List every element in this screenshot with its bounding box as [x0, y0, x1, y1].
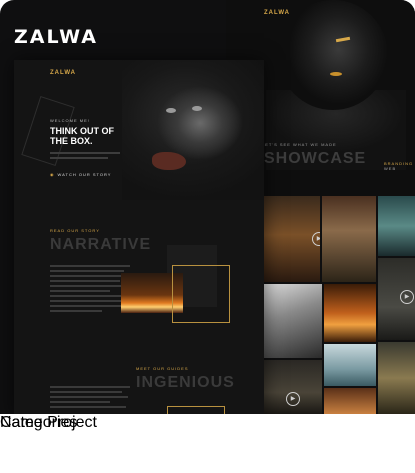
page-brand: ZALWA [50, 70, 76, 76]
gold-lip [330, 72, 342, 76]
hero-headline-line2: THE BOX. [50, 136, 93, 146]
showcase-kicker: LET'S SEE WHAT WE MADE [262, 142, 337, 147]
play-circle-icon[interactable]: ▶ [312, 232, 320, 246]
gallery-tile-night-road[interactable]: ▶ [264, 360, 322, 414]
lion-eye [192, 106, 202, 111]
gallery-tile-platform[interactable] [264, 284, 322, 358]
gallery-tile-statue[interactable] [378, 342, 415, 414]
gallery-tile-tower[interactable] [322, 196, 376, 282]
showcase-title: SHOWCASE [264, 150, 367, 167]
hero-headline: THINK OUT OF THE BOX. [50, 126, 114, 146]
ingenious-kicker: MEET OUR GUIDES [136, 366, 189, 371]
brand-logo: ZALWA [14, 26, 98, 48]
ingenious-paragraph [50, 386, 130, 411]
gallery-tile-city-dusk[interactable]: ▶ [264, 196, 320, 282]
hero-tagline: WELCOME ME! [50, 118, 90, 123]
narrative-title: NARRATIVE [50, 236, 152, 253]
ingenious-title: INGENIOUS [136, 374, 235, 391]
lion-eye [166, 108, 176, 113]
play-circle-icon[interactable]: ▶ [286, 392, 300, 406]
lion-hero-image [122, 60, 264, 200]
gallery-tile-road[interactable]: ▶ [378, 258, 415, 340]
hero-headline-line1: THINK OUT OF [50, 126, 114, 136]
narrative-paragraph [50, 265, 130, 315]
categories-label[interactable]: Categories [0, 414, 77, 432]
narrative-kicker: READ OUR STORY [50, 228, 100, 233]
watch-story-link[interactable]: ◉ WATCH OUR STORY [50, 172, 111, 177]
gold-outline-frame-lower [167, 406, 225, 414]
project-preview-card[interactable]: ZALWA LET'S SEE WHAT WE MADE SHOWCASE BR… [0, 0, 415, 414]
play-circle-icon[interactable]: ▶ [400, 290, 414, 304]
lion-mouth [152, 152, 186, 170]
showcase-brand: ZALWA [264, 10, 290, 16]
hero-body-text [50, 152, 120, 162]
showcase-filters: BRANDING WEB [384, 161, 415, 171]
gold-outline-frame [172, 265, 230, 323]
watch-story-label: WATCH OUR STORY [57, 172, 112, 177]
play-icon: ◉ [50, 172, 55, 177]
gallery-tile-sunset[interactable] [324, 388, 376, 414]
filter-web[interactable]: WEB [384, 166, 396, 171]
portrait-head [278, 0, 388, 110]
gallery-tile-figure-mist[interactable] [324, 344, 376, 386]
brand-logo-text: ZALWA [14, 26, 98, 48]
landing-page-preview: ZALWA WELCOME ME! THINK OUT OF THE BOX. … [14, 60, 264, 414]
gallery-tile-amber-tracks[interactable] [324, 284, 376, 342]
gallery-tile-teal-sky[interactable] [378, 196, 415, 256]
